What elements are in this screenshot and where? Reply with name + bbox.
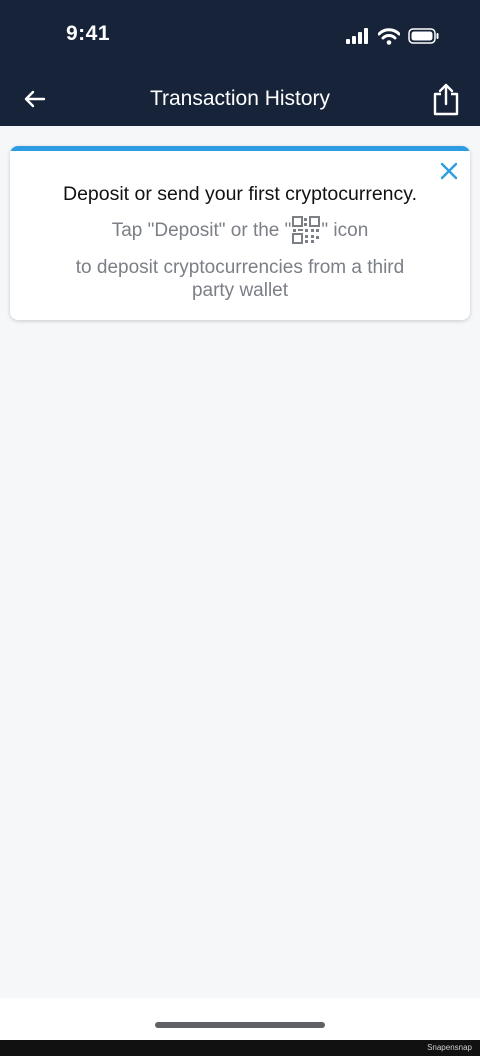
watermark: Snapensnap: [427, 1043, 472, 1052]
footer-strip: Snapensnap: [0, 1040, 480, 1056]
card-instruction-line: Tap "Deposit" or the " " icon: [10, 216, 470, 244]
share-icon: [433, 83, 459, 116]
home-indicator[interactable]: [155, 1022, 325, 1028]
status-time: 9:41: [66, 22, 111, 45]
share-button[interactable]: [432, 82, 460, 116]
signal-icon: [346, 28, 368, 44]
card-description-line-1: to deposit cryptocurrencies from a third: [75, 257, 405, 278]
transaction-list-area[interactable]: Deposit or send your first cryptocurrenc…: [0, 126, 480, 998]
qr-code-icon: [292, 216, 321, 244]
instruction-suffix: " icon: [321, 220, 369, 241]
card-title: Deposit or send your first cryptocurrenc…: [62, 183, 418, 205]
bottom-safe-area: [0, 998, 480, 1040]
app-header: 9:41 Transaction History: [0, 0, 480, 126]
close-button[interactable]: [438, 160, 460, 182]
close-icon: [440, 162, 458, 180]
card-accent-bar: [10, 146, 470, 151]
status-icons: [346, 24, 440, 48]
empty-state-card: Deposit or send your first cryptocurrenc…: [10, 146, 470, 320]
page-title: Transaction History: [149, 87, 331, 110]
card-description-line-2: party wallet: [191, 280, 289, 301]
wifi-icon: [378, 27, 400, 45]
instruction-prefix: Tap "Deposit" or the ": [111, 220, 292, 241]
battery-icon: [408, 28, 439, 44]
